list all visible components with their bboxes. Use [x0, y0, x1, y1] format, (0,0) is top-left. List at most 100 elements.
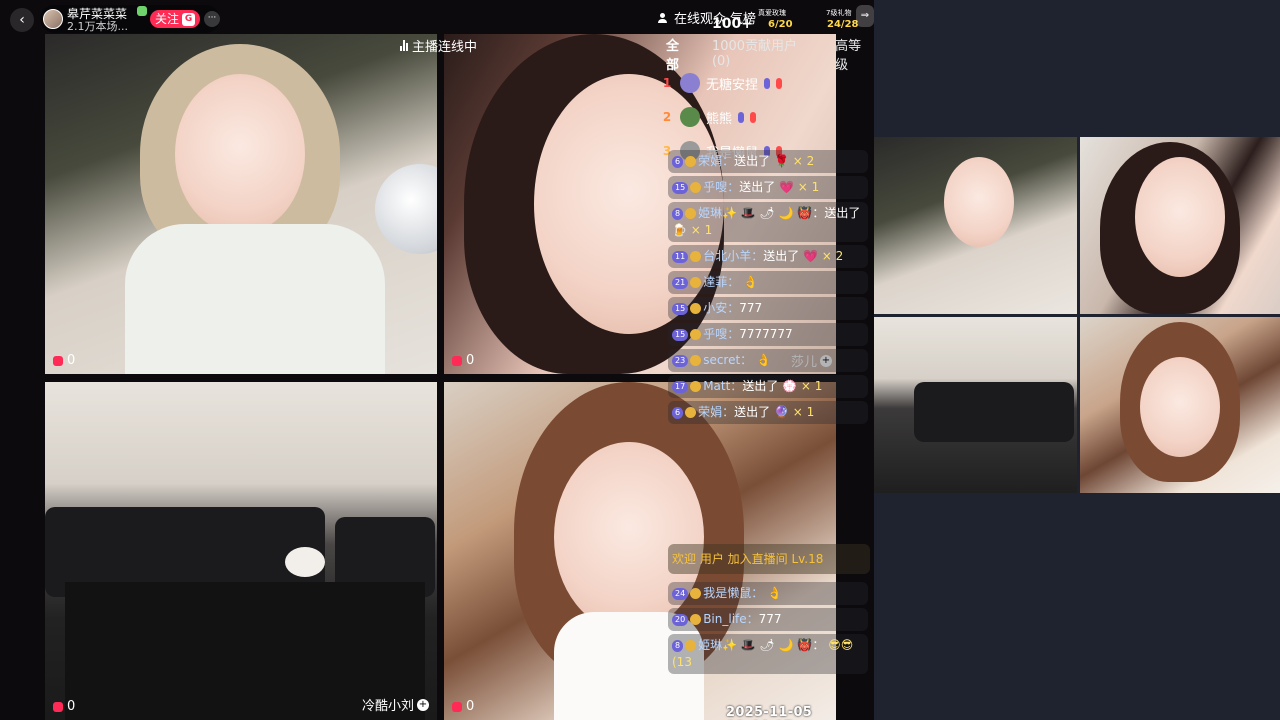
chat-user-name[interactable]: 台北小羊：	[703, 249, 763, 263]
user-level-badge: 21	[672, 276, 689, 289]
guest-name[interactable]: 冷酷小刘 +	[362, 695, 429, 714]
face-shape	[944, 157, 1014, 247]
like-count: 0	[67, 353, 76, 368]
sofa-shape	[914, 382, 1074, 442]
heart-badge-icon	[750, 111, 757, 123]
chat-message[interactable]: 20 Bin_life：777	[668, 608, 868, 631]
chat-user-name[interactable]: secret：	[703, 353, 752, 367]
host-level-icon	[137, 6, 147, 16]
chat-user-name[interactable]: 小安：	[703, 301, 739, 315]
face-shape	[1140, 357, 1220, 457]
rank-row[interactable]: 1 无糖安捏	[660, 66, 870, 100]
chat-message[interactable]: 24 我是懒鼠： 👌	[668, 582, 868, 605]
chat-message[interactable]: 6 荣娟：送出了 🔮 × 1	[668, 401, 868, 424]
chat-text: 送出了	[734, 405, 771, 419]
rank-number: 2	[662, 110, 672, 124]
mini-video-1[interactable]	[874, 137, 1077, 314]
user-level-badge: 8	[672, 207, 684, 220]
live-stage: 0 0 莎儿 + 0 冷酷小刘 + 0 ‹ 皋芹菜菜菜 2.1万本场... 关注 G …	[0, 0, 874, 720]
task-value-1: 6/20	[768, 19, 793, 30]
rank-row[interactable]: 2 熊熊	[660, 100, 870, 134]
chat-text: ✨ 🎩 🌶 🌙 👹：送出了	[722, 206, 861, 220]
chat-user-name[interactable]: 荣娟：	[698, 154, 734, 168]
chat-gift: 👌	[743, 275, 758, 289]
chat-message[interactable]: 11 台北小羊：送出了 💗 × 2	[668, 245, 868, 268]
fan-badge-icon	[690, 381, 702, 392]
guest-video-1[interactable]: 0	[45, 34, 437, 374]
like-icon	[452, 355, 462, 366]
fan-badge-icon	[685, 640, 697, 651]
chat-user-name[interactable]: 達菲：	[703, 275, 739, 289]
chat-list-lower: 24 我是懒鼠： 👌 20 Bin_life：777 8 姫琳✨ 🎩 🌶 🌙 👹： 😎😎…	[668, 582, 872, 677]
chat-message[interactable]: 15 乎嗖：送出了 💗 × 1	[668, 176, 868, 199]
host-stats: 2.1万本场...	[67, 20, 128, 33]
back-icon[interactable]: ‹	[10, 8, 34, 32]
chat-message[interactable]: 6 荣娟：送出了 🌹 × 2	[668, 150, 868, 173]
like-count: 0	[466, 699, 475, 714]
like-icon	[53, 355, 63, 366]
more-icon[interactable]: ···	[204, 11, 220, 27]
viewer-count: 100+	[712, 16, 753, 32]
chat-user-name[interactable]: 我是懒鼠：	[703, 586, 763, 600]
fan-badge-icon	[685, 407, 697, 418]
collapse-panel-icon[interactable]: ⇒	[856, 5, 874, 27]
like-badge: 0	[53, 353, 75, 368]
entry-message: 欢迎 用户 加入直播间 Lv.18	[668, 544, 870, 574]
host-avatar[interactable]	[43, 9, 63, 29]
tab-contributors[interactable]: 1000贡献用户(0)	[712, 35, 815, 69]
chat-message[interactable]: 17 Matt：送出了 💮 × 1	[668, 375, 868, 398]
like-icon	[53, 701, 63, 712]
chat-text: 送出了	[734, 154, 771, 168]
microphone-shape	[375, 164, 437, 254]
fan-badge-icon	[690, 355, 702, 366]
follow-button[interactable]: 关注 G	[150, 10, 201, 28]
face-shape	[175, 74, 305, 234]
user-avatar[interactable]	[680, 107, 700, 127]
chat-message[interactable]: 15 小安：777	[668, 297, 868, 320]
task-value-2: 24/28	[827, 19, 859, 30]
fan-badge-icon	[690, 251, 702, 262]
fan-badge-icon	[685, 208, 697, 219]
task-label-2: 7级礼物	[826, 9, 852, 17]
chat-message[interactable]: 21 達菲： 👌	[668, 271, 868, 294]
chat-user-name[interactable]: 乎嗖：	[703, 327, 739, 341]
chat-gift: 🍺 × 1	[672, 223, 713, 237]
people-icon	[658, 12, 670, 23]
plush-toy-shape	[285, 547, 325, 577]
add-icon[interactable]: +	[417, 698, 429, 711]
tab-all[interactable]: 全部	[666, 35, 692, 73]
chat-text: 7777777	[739, 327, 793, 341]
chat-message[interactable]: 15 乎嗖：7777777	[668, 323, 868, 346]
level-badge-icon	[738, 111, 745, 123]
chat-text: ✨ 🎩 🌶 🌙 👹：	[722, 638, 825, 652]
rank-number: 1	[662, 76, 672, 90]
mini-video-3[interactable]	[874, 317, 1077, 493]
chat-user-name[interactable]: Matt：	[703, 379, 742, 393]
chat-user-name[interactable]: 乎嗖：	[703, 180, 739, 194]
mini-video-2[interactable]	[1080, 137, 1280, 314]
chat-gift: 🔮 × 1	[773, 405, 815, 419]
chat-list: 6 荣娟：送出了 🌹 × 2 15 乎嗖：送出了 💗 × 1 8 姫琳✨ 🎩 🌶 🌙 👹：…	[668, 150, 872, 427]
user-level-badge: 6	[672, 155, 684, 168]
chat-user-name[interactable]: 姫琳	[698, 206, 722, 220]
rank-user-name: 无糖安捏	[706, 77, 759, 93]
chat-user-name[interactable]: 荣娟：	[698, 405, 734, 419]
user-avatar[interactable]	[680, 73, 700, 93]
user-level-badge: 6	[672, 406, 684, 419]
chat-user-name[interactable]: 姫琳	[698, 638, 722, 652]
user-level-badge: 20	[672, 613, 689, 626]
user-level-badge: 23	[672, 354, 689, 367]
heart-badge-icon	[776, 77, 783, 89]
guest-video-3[interactable]: 0 冷酷小刘 +	[45, 382, 437, 720]
user-level-badge: 11	[672, 250, 689, 263]
chat-gift: 🌹 × 2	[773, 154, 815, 168]
tab-high-level[interactable]: 高等级	[835, 35, 874, 73]
chat-message[interactable]: 8 姫琳✨ 🎩 🌶 🌙 👹： 😎😎(13	[668, 634, 868, 674]
chat-message[interactable]: 23 secret： 👌	[668, 349, 868, 372]
chat-user-name[interactable]: Bin_life：	[703, 612, 758, 626]
like-icon	[452, 701, 462, 712]
chat-message[interactable]: 8 姫琳✨ 🎩 🌶 🌙 👹：送出了 🍺 × 1	[668, 202, 868, 242]
follow-label: 关注	[155, 12, 180, 26]
mini-video-4[interactable]	[1080, 317, 1280, 493]
dress-shape	[125, 224, 385, 374]
